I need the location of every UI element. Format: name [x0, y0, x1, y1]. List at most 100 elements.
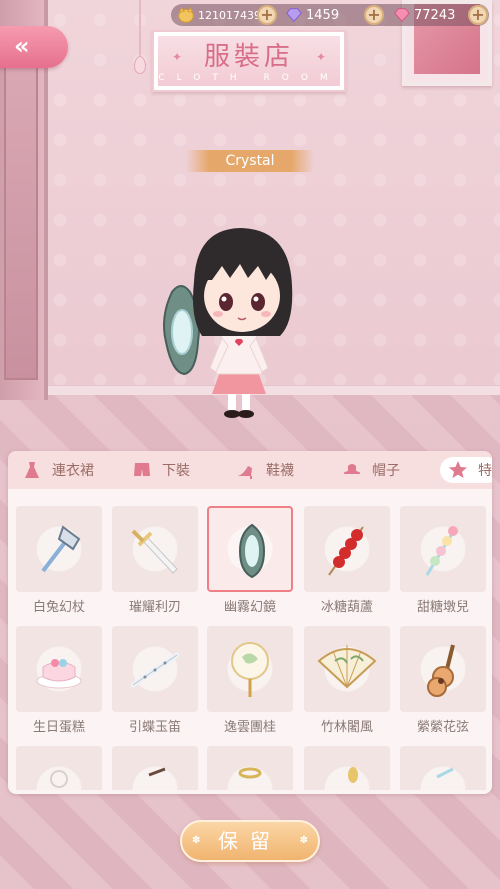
page-subtitle: CLOTH ROOM — [158, 73, 340, 83]
pink-diamond-icon — [394, 8, 410, 22]
diamond-counter: 77243 — [393, 4, 455, 26]
item-card-partial[interactable] — [400, 746, 486, 790]
keep-button-label: 保留 — [218, 829, 282, 853]
item-icon — [50, 770, 68, 788]
item-card — [304, 626, 390, 712]
add-gems-button[interactable]: + — [364, 5, 384, 25]
guitar-icon — [427, 644, 455, 697]
item-birthday-cake[interactable]: 生日蛋糕 — [16, 626, 102, 736]
coin-counter: 121017439 — [177, 4, 261, 26]
dress-icon — [25, 462, 39, 478]
item-card — [16, 506, 102, 592]
tab-label: 帽子 — [372, 463, 400, 479]
keep-button[interactable]: ✽ 保留 ✽ — [180, 820, 320, 862]
item-name: 生日蛋糕 — [32, 720, 85, 735]
diamond-value: 77243 — [414, 7, 456, 23]
item-card — [400, 746, 486, 790]
hanging-crystal-ornament — [130, 0, 150, 80]
shop-title-plaque: ✦ ✦ 服裝店 CLOTH ROOM — [152, 30, 346, 92]
item-misty-mirror[interactable]: 幽霧幻鏡 — [207, 506, 293, 616]
item-cloud-osmanthus-fan[interactable]: 逸雲團桂 — [207, 626, 293, 736]
tab-dress[interactable]: 連衣裙 — [22, 451, 94, 489]
back-arrow-icon: « — [14, 32, 29, 60]
item-card — [304, 746, 390, 790]
hat-icon — [343, 464, 361, 474]
item-card-partial[interactable] — [207, 746, 293, 790]
item-card — [207, 746, 293, 790]
item-butterfly-flute[interactable]: 引蝶玉笛 — [112, 626, 198, 736]
item-icon — [238, 767, 262, 779]
item-name: 甜糖墩兒 — [416, 600, 469, 615]
flute-icon — [130, 652, 180, 688]
crystal-drop — [134, 56, 146, 74]
item-candied-haws[interactable]: 冰糖葫蘆 — [304, 506, 390, 616]
item-name: 幽霧幻鏡 — [223, 600, 276, 615]
chibi-character[interactable] — [150, 222, 320, 422]
sword-icon — [131, 529, 178, 574]
door-panel — [4, 60, 38, 380]
item-sweet-candy[interactable]: 甜糖墩兒 — [400, 506, 486, 616]
item-brilliant-blade[interactable]: 璀耀利刃 — [112, 506, 198, 616]
item-name: 竹林闍風 — [320, 720, 373, 735]
flower-deco-icon: ✽ — [192, 835, 201, 846]
gem-value: 1459 — [306, 7, 340, 23]
tab-hats[interactable]: 帽子 — [342, 451, 400, 489]
item-card — [16, 626, 102, 712]
coin-value: 121017439 — [198, 8, 261, 22]
axe-staff-icon — [41, 525, 81, 573]
add-diamonds-button[interactable]: + — [468, 5, 488, 25]
cat-coin-icon — [178, 6, 194, 23]
cake-icon — [36, 659, 82, 689]
item-white-rabbit-staff[interactable]: 白兔幻杖 — [16, 506, 102, 616]
tab-label: 特 — [478, 463, 492, 479]
back-button[interactable]: « — [0, 26, 68, 68]
ornament-string — [139, 0, 141, 58]
candy-stick-icon — [425, 526, 458, 576]
add-coins-button[interactable]: + — [257, 5, 277, 25]
item-icon — [148, 767, 166, 777]
purple-gem-icon — [286, 8, 302, 22]
item-name: 白兔幻杖 — [32, 600, 85, 615]
folding-fan-icon — [317, 645, 377, 689]
item-card-partial[interactable] — [112, 746, 198, 790]
item-flower-strings[interactable]: 縈縈花弦 — [400, 626, 486, 736]
item-card-selected — [207, 506, 293, 592]
mirror-icon — [238, 523, 266, 579]
item-card — [207, 626, 293, 712]
item-card-partial[interactable] — [304, 746, 390, 790]
item-bamboo-fan[interactable]: 竹林闍風 — [304, 626, 390, 736]
item-card — [112, 626, 198, 712]
tab-shoes[interactable]: 鞋襪 — [236, 451, 294, 489]
item-name: 縈縈花弦 — [416, 720, 469, 735]
item-grid: 白兔幻杖 璀耀利刃 幽霧幻鏡 冰糖葫蘆 甜糖墩兒 生日蛋糕 引蝶玉笛 逸雲團桂 … — [14, 506, 488, 790]
high-heel-icon — [238, 466, 252, 479]
item-icon — [436, 767, 454, 779]
tab-label: 連衣裙 — [52, 463, 94, 479]
item-name: 逸雲團桂 — [223, 720, 276, 735]
category-tabs: 連衣裙 下裝 鞋襪 帽子 特 — [8, 451, 492, 489]
currency-bar: 121017439 + 1459 + 77243 + — [171, 4, 489, 26]
item-card — [304, 506, 390, 592]
item-card — [400, 506, 486, 592]
item-icon — [348, 767, 358, 783]
star-icon — [449, 461, 467, 478]
round-fan-icon — [231, 642, 269, 697]
item-name: 璀耀利刃 — [128, 600, 181, 615]
item-name: 冰糖葫蘆 — [320, 600, 373, 615]
tab-bottoms[interactable]: 下裝 — [132, 451, 190, 489]
shorts-icon — [134, 463, 150, 476]
character-name: Crystal — [186, 150, 314, 172]
tab-special[interactable]: 特 — [440, 457, 492, 483]
flower-deco-icon: ✽ — [299, 835, 308, 846]
page-title: 服裝店 — [203, 42, 294, 72]
item-card — [16, 746, 102, 790]
tab-label: 下裝 — [162, 463, 190, 479]
item-card — [112, 746, 198, 790]
item-card — [112, 506, 198, 592]
item-name: 引蝶玉笛 — [128, 720, 181, 735]
item-card-partial[interactable] — [16, 746, 102, 790]
item-card — [400, 626, 486, 712]
candied-haws-icon — [328, 526, 364, 576]
tab-label: 鞋襪 — [266, 463, 294, 479]
gem-counter: 1459 — [285, 4, 339, 26]
